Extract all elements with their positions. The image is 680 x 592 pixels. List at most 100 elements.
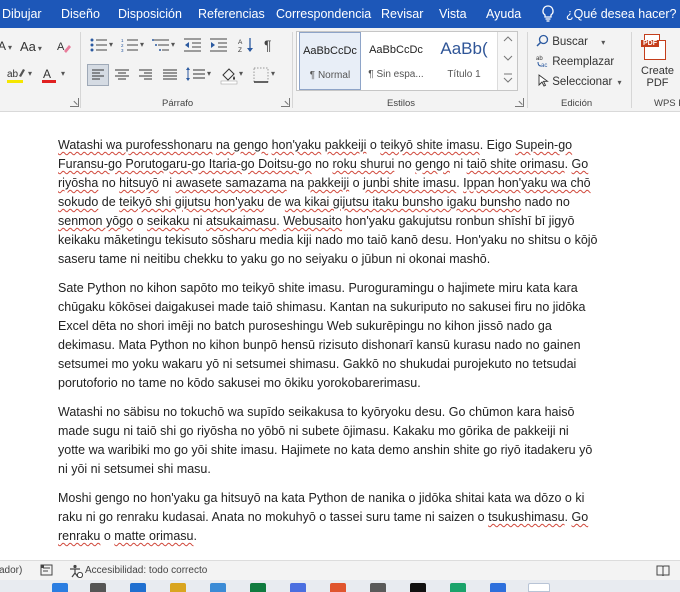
align-center-icon[interactable] xyxy=(112,65,132,85)
style-sample: AaBbCcDc xyxy=(369,44,423,56)
text-run: . xyxy=(193,529,197,543)
taskbar-folder-icon[interactable] xyxy=(170,583,186,592)
numbering-dropdown-icon[interactable]: ▾ xyxy=(140,41,144,49)
style-normal[interactable]: AaBbCcDc ¶ Normal xyxy=(299,32,361,90)
font-color-dropdown-icon[interactable]: ▾ xyxy=(61,70,65,78)
paragraph-dialog-launcher-icon[interactable] xyxy=(281,98,290,107)
justify-icon[interactable] xyxy=(160,65,180,85)
style-heading-1[interactable]: AaBb( Título 1 xyxy=(431,32,497,90)
svg-text:Z: Z xyxy=(238,47,242,53)
clear-formatting-icon[interactable]: A xyxy=(56,38,72,54)
select-dropdown-icon: ▾ xyxy=(617,78,622,87)
font-size-button[interactable]: Aa ▾ xyxy=(20,40,42,53)
taskbar-app-icon[interactable] xyxy=(490,583,506,592)
create-pdf-line2: PDF xyxy=(646,77,669,89)
text-run: ni xyxy=(158,176,176,190)
text-run: . xyxy=(564,510,572,524)
document-paragraph[interactable]: Watashi no säbisu no tokuchō wa supīdo s… xyxy=(58,403,598,479)
style-sample: AaBb( xyxy=(440,39,488,58)
text-run: no xyxy=(311,157,333,171)
create-pdf-icon[interactable]: PDF xyxy=(641,34,666,60)
menu-bar: Dibujar Diseño Disposición Referencias C… xyxy=(0,0,680,28)
taskbar-app-icon[interactable] xyxy=(330,583,346,592)
shading-icon[interactable] xyxy=(219,65,239,85)
replace-label: Reemplazar xyxy=(552,56,615,68)
shrink-font-button[interactable]: A ▾ xyxy=(0,40,12,52)
gallery-scroll[interactable] xyxy=(497,32,517,90)
sort-icon[interactable]: A Z xyxy=(238,37,254,53)
align-right-icon[interactable] xyxy=(136,65,156,85)
document-paragraph[interactable]: Sate Python no kihon sapōto mo teikyō sh… xyxy=(58,279,598,393)
borders-dropdown-icon[interactable]: ▾ xyxy=(271,70,275,78)
find-dropdown-icon: ▾ xyxy=(601,38,606,47)
tab-vista[interactable]: Vista xyxy=(439,7,467,21)
taskbar-app-icon[interactable] xyxy=(410,583,426,592)
group-label-styles: Estilos xyxy=(387,98,415,109)
highlight-color-icon[interactable]: ab xyxy=(6,66,28,84)
text-run: Sate Python no kihon sapōto mo teikyō sh… xyxy=(58,281,586,390)
misspelled-text: wa kikai gijutsu itaku bunsho igaku buns… xyxy=(284,195,522,209)
style-sample: AaBbCcDc xyxy=(303,45,357,57)
svg-text:ac: ac xyxy=(541,63,547,67)
accessibility-status[interactable]: Accesibilidad: todo correcto xyxy=(85,565,207,576)
bullets-icon[interactable] xyxy=(90,38,108,52)
tab-correspondencia[interactable]: Correspondencia xyxy=(276,7,371,21)
taskbar-app-icon[interactable] xyxy=(250,583,266,592)
tell-me-input[interactable]: ¿Qué desea hacer? xyxy=(566,7,677,21)
lightbulb-icon[interactable] xyxy=(540,4,556,24)
multilevel-dropdown-icon[interactable]: ▾ xyxy=(171,41,175,49)
tab-revisar[interactable]: Revisar xyxy=(381,7,423,21)
increase-indent-icon[interactable] xyxy=(210,38,228,52)
proofing-icon[interactable] xyxy=(40,564,54,577)
taskbar-app-icon[interactable] xyxy=(370,583,386,592)
highlight-dropdown-icon[interactable]: ▾ xyxy=(28,70,32,78)
find-button[interactable]: Buscar ▾ xyxy=(536,34,605,48)
font-dialog-launcher-icon[interactable] xyxy=(70,98,79,107)
misspelled-text: roku shurui xyxy=(332,157,395,171)
taskbar-app-icon[interactable] xyxy=(52,583,68,592)
show-formatting-marks-icon[interactable]: ¶ xyxy=(264,38,272,52)
styles-dialog-launcher-icon[interactable] xyxy=(515,98,524,107)
misspelled-text: matte orimasu xyxy=(114,529,194,543)
taskbar-search-icon[interactable] xyxy=(90,583,106,592)
accessibility-icon[interactable] xyxy=(69,564,83,578)
select-button[interactable]: Seleccionar ▾ xyxy=(536,74,622,88)
taskbar-app-icon[interactable] xyxy=(130,583,146,592)
group-separator xyxy=(292,32,293,108)
style-no-spacing[interactable]: AaBbCcDc ¶ Sin espa... xyxy=(363,32,429,90)
replace-button[interactable]: ab ac Reemplazar xyxy=(536,54,615,69)
document-page[interactable]: Watashi wa purofesshonaru na gengo hon'y… xyxy=(0,112,680,560)
tab-dibujar[interactable]: Dibujar xyxy=(2,7,42,21)
tab-ayuda[interactable]: Ayuda xyxy=(486,7,521,21)
misspelled-text: gengo xyxy=(415,157,450,171)
tab-disposicion[interactable]: Disposición xyxy=(118,7,182,21)
document-paragraph[interactable]: Watashi wa purofesshonaru na gengo hon'y… xyxy=(58,136,598,269)
text-run: no xyxy=(394,157,416,171)
align-left-button[interactable] xyxy=(87,64,109,86)
misspelled-text: teikyō shite imasu xyxy=(380,138,480,152)
misspelled-text: awasete samazama xyxy=(175,176,287,190)
decrease-indent-icon[interactable] xyxy=(184,38,202,52)
numbering-icon[interactable]: 1 2 3 xyxy=(121,38,139,52)
misspelled-text: na gengo xyxy=(215,138,269,152)
tab-referencias[interactable]: Referencias xyxy=(198,7,265,21)
line-spacing-icon[interactable] xyxy=(185,65,207,85)
taskbar-app-icon[interactable] xyxy=(290,583,306,592)
taskbar-word-icon[interactable] xyxy=(528,583,550,592)
taskbar-app-icon[interactable] xyxy=(450,583,466,592)
group-label-wps: WPS P xyxy=(654,98,680,109)
borders-icon[interactable] xyxy=(251,65,271,85)
read-mode-icon[interactable] xyxy=(656,564,670,577)
taskbar-app-icon[interactable] xyxy=(210,583,226,592)
line-spacing-dropdown-icon[interactable]: ▾ xyxy=(207,70,211,78)
multilevel-list-icon[interactable] xyxy=(152,38,170,52)
svg-text:ab: ab xyxy=(536,56,543,62)
bullets-dropdown-icon[interactable]: ▾ xyxy=(109,41,113,49)
document-body[interactable]: Watashi wa purofesshonaru na gengo hon'y… xyxy=(58,136,598,556)
create-pdf-button[interactable]: Create PDF xyxy=(641,65,674,89)
tab-diseno[interactable]: Diseño xyxy=(61,7,100,21)
document-paragraph[interactable]: Moshi gengo no hon'yaku ga hitsuyō na ka… xyxy=(58,489,598,546)
gallery-expand-icon xyxy=(503,36,513,83)
shading-dropdown-icon[interactable]: ▾ xyxy=(239,70,243,78)
font-color-icon[interactable]: A xyxy=(40,66,58,84)
